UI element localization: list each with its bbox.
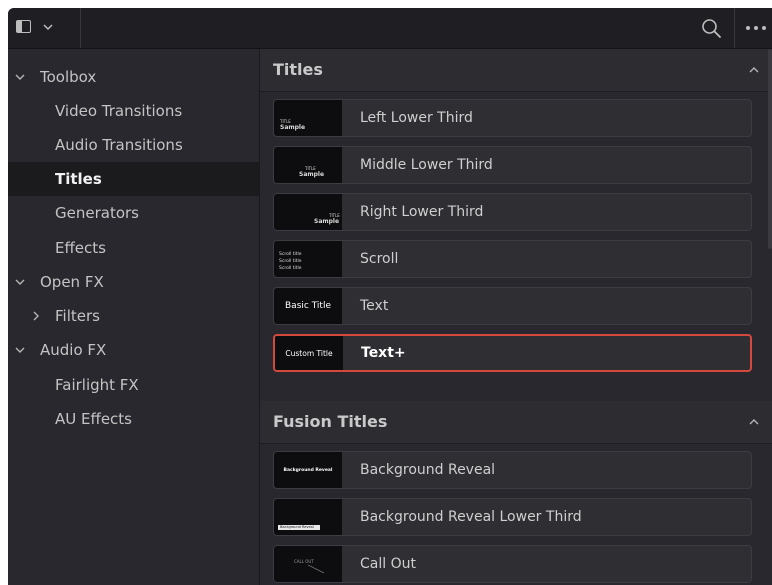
sidebar-item-fairlight-fx[interactable]: Fairlight FX — [8, 368, 259, 402]
sidebar-item-label: Audio Transitions — [55, 136, 183, 154]
title-thumbnail: Scroll title Scroll title Scroll title — [274, 241, 342, 277]
chevron-down-icon — [15, 279, 25, 285]
title-item-label: Right Lower Third — [360, 204, 484, 220]
chevron-up-icon[interactable] — [748, 64, 760, 76]
title-item-label: Background Reveal — [360, 462, 496, 478]
title-item-label: Scroll — [360, 251, 399, 267]
sidebar-item-generators[interactable]: Generators — [8, 196, 259, 230]
title-thumbnail: Background Reveal — [274, 499, 342, 535]
panel-toggle-button[interactable] — [8, 8, 81, 48]
thumbnail-text: Scroll title — [279, 266, 302, 271]
sidebar-item-titles[interactable]: Titles — [8, 162, 259, 196]
thumbnail-text: Basic Title — [285, 301, 331, 311]
title-item-text[interactable]: Basic Title Text — [273, 287, 752, 325]
title-thumbnail: TITLE Sample — [274, 147, 342, 183]
fusion-item-call-out[interactable]: CALL OUT Call Out — [273, 545, 752, 583]
title-item-middle-lower-third[interactable]: TITLE Sample Middle Lower Third — [273, 146, 752, 184]
library-sidebar: Toolbox Video Transitions Audio Transiti… — [8, 49, 260, 585]
sidebar-item-au-effects[interactable]: AU Effects — [8, 402, 259, 436]
sidebar-item-audio-fx[interactable]: Audio FX — [8, 333, 259, 367]
thumbnail-text: Background Reveal — [283, 467, 333, 473]
sidebar-item-label: Titles — [55, 170, 102, 188]
title-thumbnail: CALL OUT — [274, 546, 342, 582]
section-title: Fusion Titles — [273, 412, 388, 431]
title-item-label: Text+ — [361, 345, 406, 361]
thumbnail-text: Sample — [314, 218, 340, 225]
title-item-right-lower-third[interactable]: TITLE Sample Right Lower Third — [273, 193, 752, 231]
thumbnail-text: Scroll title — [279, 259, 302, 264]
thumbnail-text: Scroll title — [279, 252, 302, 257]
sidebar-item-open-fx[interactable]: Open FX — [8, 265, 259, 299]
sidebar-item-toolbox[interactable]: Toolbox — [8, 60, 259, 94]
title-thumbnail: TITLE Sample — [274, 100, 342, 136]
title-thumbnail: Background Reveal — [274, 452, 342, 488]
titles-browser: Titles TITLE Sample Left Lower Third TIT… — [260, 49, 772, 585]
thumbnail-text: Custom Title — [285, 348, 333, 358]
top-toolbar — [8, 8, 772, 49]
title-thumbnail: TITLE Sample — [274, 194, 342, 230]
title-item-left-lower-third[interactable]: TITLE Sample Left Lower Third — [273, 99, 752, 137]
title-item-label: Text — [360, 298, 389, 314]
title-thumbnail: Custom Title — [275, 336, 343, 370]
section-title: Titles — [273, 60, 323, 79]
fusion-item-background-reveal[interactable]: Background Reveal Background Reveal — [273, 451, 752, 489]
sidebar-item-label: AU Effects — [55, 410, 132, 428]
fusion-item-background-reveal-lower-third[interactable]: Background Reveal Background Reveal Lowe… — [273, 498, 752, 536]
chevron-up-icon[interactable] — [748, 416, 760, 428]
sidebar-item-label: Open FX — [40, 273, 104, 291]
title-item-label: Background Reveal Lower Third — [360, 509, 582, 525]
sidebar-item-label: Generators — [55, 204, 139, 222]
sidebar-item-audio-transitions[interactable]: Audio Transitions — [8, 128, 259, 162]
chevron-right-icon — [33, 311, 39, 321]
titles-section-header[interactable]: Titles — [260, 49, 772, 92]
sidebar-item-label: Filters — [55, 307, 100, 325]
effects-library-window: Toolbox Video Transitions Audio Transiti… — [8, 8, 772, 585]
chevron-down-icon — [43, 24, 53, 31]
callout-line-icon — [308, 564, 325, 574]
title-item-text-plus[interactable]: Custom Title Text+ — [273, 334, 752, 372]
fusion-titles-section-header[interactable]: Fusion Titles — [260, 401, 772, 444]
scrollbar[interactable] — [768, 49, 772, 249]
search-icon[interactable] — [700, 17, 722, 39]
sidebar-item-label: Fairlight FX — [55, 376, 139, 394]
sidebar-item-video-transitions[interactable]: Video Transitions — [8, 94, 259, 128]
sidebar-item-effects[interactable]: Effects — [8, 231, 259, 265]
title-item-scroll[interactable]: Scroll title Scroll title Scroll title S… — [273, 240, 752, 278]
chevron-down-icon — [15, 74, 25, 80]
title-item-label: Call Out — [360, 556, 416, 572]
sidebar-item-label: Toolbox — [40, 68, 97, 86]
title-item-label: Middle Lower Third — [360, 157, 493, 173]
sidebar-item-label: Effects — [55, 239, 106, 257]
sidebar-item-label: Audio FX — [40, 341, 107, 359]
sidebar-panel-icon — [16, 20, 31, 33]
thumbnail-text: Sample — [280, 124, 306, 131]
thumbnail-text: Sample — [299, 171, 325, 178]
chevron-down-icon — [15, 347, 25, 353]
title-item-label: Left Lower Third — [360, 110, 473, 126]
sidebar-item-label: Video Transitions — [55, 102, 183, 120]
toolbar-divider — [734, 8, 735, 48]
title-thumbnail: Basic Title — [274, 288, 342, 324]
sidebar-item-filters[interactable]: Filters — [8, 299, 259, 333]
thumbnail-text: Background Reveal — [278, 525, 320, 530]
more-dots-icon[interactable] — [744, 18, 772, 38]
